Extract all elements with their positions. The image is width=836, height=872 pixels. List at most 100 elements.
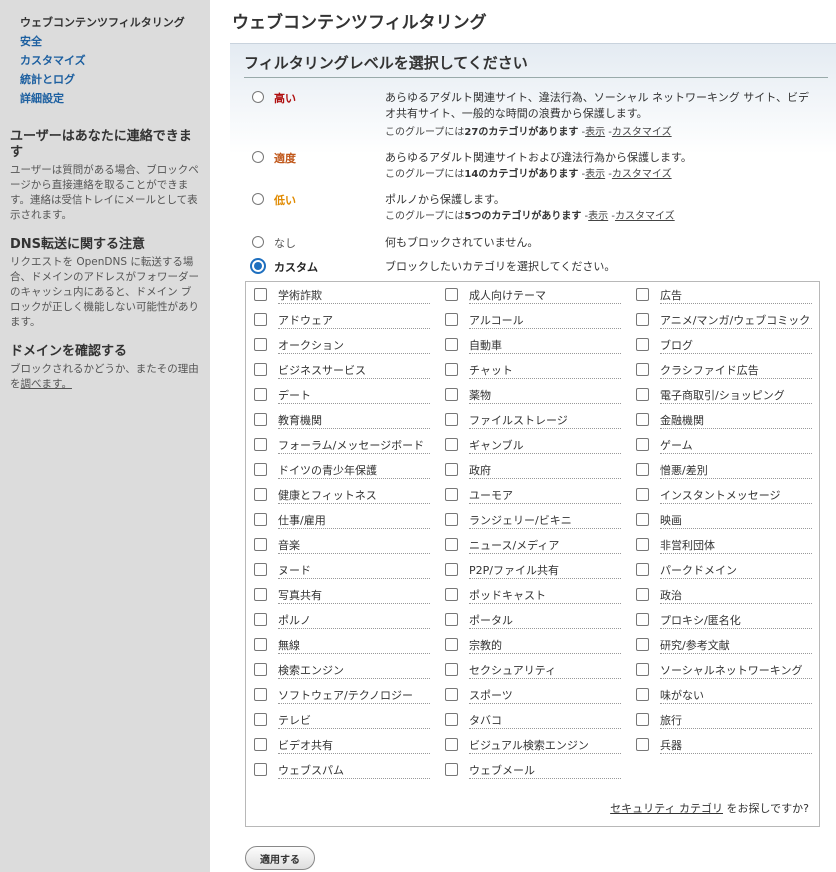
category-label[interactable]: アルコール	[469, 314, 621, 329]
category-item[interactable]: フォーラム/メッセージボード	[246, 436, 431, 456]
category-label[interactable]: ビジネスサービス	[278, 364, 430, 379]
category-checkbox[interactable]	[254, 738, 267, 751]
category-label[interactable]: テレビ	[278, 714, 430, 729]
category-label[interactable]: プロキシ/匿名化	[660, 614, 812, 629]
category-label[interactable]: ソーシャルネットワーキング	[660, 664, 812, 679]
category-checkbox[interactable]	[254, 488, 267, 501]
category-checkbox[interactable]	[445, 488, 458, 501]
category-checkbox[interactable]	[445, 363, 458, 376]
category-item[interactable]: 政府	[437, 461, 622, 481]
category-checkbox[interactable]	[636, 513, 649, 526]
category-item[interactable]: インスタントメッセージ	[628, 486, 813, 506]
category-checkbox[interactable]	[636, 563, 649, 576]
category-item[interactable]: 薬物	[437, 386, 622, 406]
category-item[interactable]: 健康とフィットネス	[246, 486, 431, 506]
category-checkbox[interactable]	[445, 738, 458, 751]
category-item[interactable]: 映画	[628, 511, 813, 531]
category-checkbox[interactable]	[254, 338, 267, 351]
category-checkbox[interactable]	[445, 763, 458, 776]
category-label[interactable]: アニメ/マンガ/ウェブコミック	[660, 314, 812, 329]
category-label[interactable]: ランジェリー/ビキニ	[469, 514, 621, 529]
category-label[interactable]: オークション	[278, 339, 430, 354]
category-item[interactable]: タバコ	[437, 711, 622, 731]
category-checkbox[interactable]	[445, 688, 458, 701]
category-checkbox[interactable]	[636, 638, 649, 651]
category-label[interactable]: 味がない	[660, 689, 812, 704]
category-label[interactable]: 映画	[660, 514, 812, 529]
category-label[interactable]: ソフトウェア/テクノロジー	[278, 689, 430, 704]
category-label[interactable]: P2P/ファイル共有	[469, 564, 621, 579]
category-checkbox[interactable]	[636, 488, 649, 501]
category-item[interactable]: チャット	[437, 361, 622, 381]
category-checkbox[interactable]	[254, 663, 267, 676]
category-checkbox[interactable]	[636, 338, 649, 351]
category-item[interactable]: ビジネスサービス	[246, 361, 431, 381]
category-checkbox[interactable]	[445, 588, 458, 601]
category-label[interactable]: ヌード	[278, 564, 430, 579]
category-item[interactable]: ソフトウェア/テクノロジー	[246, 686, 431, 706]
category-label[interactable]: ウェブメール	[469, 764, 621, 779]
check-link[interactable]: 調べます。	[21, 378, 72, 390]
category-item[interactable]: 成人向けテーマ	[437, 286, 622, 306]
category-checkbox[interactable]	[254, 513, 267, 526]
level-custom-radio[interactable]	[250, 258, 266, 274]
level-none-label[interactable]: なし	[274, 235, 296, 251]
category-checkbox[interactable]	[636, 388, 649, 401]
category-checkbox[interactable]	[636, 438, 649, 451]
category-item[interactable]: デート	[246, 386, 431, 406]
level-high-customize-link[interactable]: カスタマイズ	[612, 127, 672, 138]
category-label[interactable]: ブログ	[660, 339, 812, 354]
category-label[interactable]: ビジュアル検索エンジン	[469, 739, 621, 754]
level-high-view-link[interactable]: 表示	[585, 127, 605, 138]
category-label[interactable]: 教育機関	[278, 414, 430, 429]
category-item[interactable]: 政治	[628, 586, 813, 606]
category-label[interactable]: インスタントメッセージ	[660, 489, 812, 504]
category-item[interactable]: パークドメイン	[628, 561, 813, 581]
category-label[interactable]: 無線	[278, 639, 430, 654]
category-item[interactable]: ウェブスパム	[246, 761, 431, 781]
category-label[interactable]: 音楽	[278, 539, 430, 554]
nav-item-security[interactable]: 安全	[20, 33, 210, 52]
category-label[interactable]: 金融機関	[660, 414, 812, 429]
category-label[interactable]: ニュース/メディア	[469, 539, 621, 554]
category-checkbox[interactable]	[445, 613, 458, 626]
category-item[interactable]: 検索エンジン	[246, 661, 431, 681]
level-custom-label[interactable]: カスタム	[274, 259, 318, 275]
category-checkbox[interactable]	[254, 363, 267, 376]
category-checkbox[interactable]	[445, 463, 458, 476]
category-checkbox[interactable]	[254, 588, 267, 601]
category-label[interactable]: 憎悪/差別	[660, 464, 812, 479]
level-none-radio[interactable]	[252, 236, 264, 248]
category-item[interactable]: 兵器	[628, 736, 813, 756]
category-checkbox[interactable]	[254, 313, 267, 326]
category-label[interactable]: ドイツの青少年保護	[278, 464, 430, 479]
category-item[interactable]: アドウェア	[246, 311, 431, 331]
category-label[interactable]: ユーモア	[469, 489, 621, 504]
category-item[interactable]: オークション	[246, 336, 431, 356]
category-item[interactable]: 非営利団体	[628, 536, 813, 556]
category-checkbox[interactable]	[636, 363, 649, 376]
category-checkbox[interactable]	[636, 713, 649, 726]
category-label[interactable]: 学術詐欺	[278, 289, 430, 304]
category-label[interactable]: 広告	[660, 289, 812, 304]
category-checkbox[interactable]	[445, 388, 458, 401]
category-label[interactable]: タバコ	[469, 714, 621, 729]
category-item[interactable]: 宗教的	[437, 636, 622, 656]
category-item[interactable]: アルコール	[437, 311, 622, 331]
level-low-view-link[interactable]: 表示	[588, 211, 608, 222]
category-label[interactable]: 健康とフィットネス	[278, 489, 430, 504]
level-high-radio[interactable]	[252, 91, 264, 103]
category-label[interactable]: デート	[278, 389, 430, 404]
category-item[interactable]: 広告	[628, 286, 813, 306]
category-checkbox[interactable]	[636, 688, 649, 701]
category-checkbox[interactable]	[445, 713, 458, 726]
category-item[interactable]: ポッドキャスト	[437, 586, 622, 606]
level-moderate-customize-link[interactable]: カスタマイズ	[612, 169, 672, 180]
security-category-link[interactable]: セキュリティ カテゴリ	[610, 802, 723, 815]
category-checkbox[interactable]	[445, 438, 458, 451]
category-label[interactable]: 兵器	[660, 739, 812, 754]
category-checkbox[interactable]	[636, 288, 649, 301]
category-item[interactable]: ギャンブル	[437, 436, 622, 456]
category-label[interactable]: 写真共有	[278, 589, 430, 604]
category-checkbox[interactable]	[636, 613, 649, 626]
